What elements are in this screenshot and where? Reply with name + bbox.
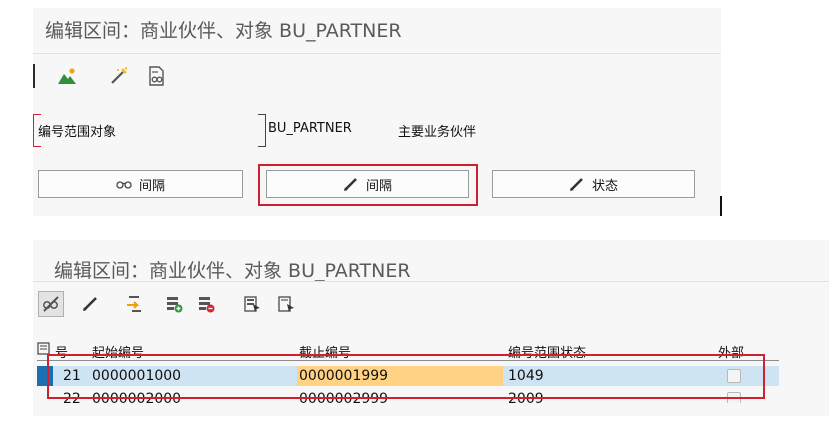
cell-no: 21 [63, 368, 81, 384]
cell-to[interactable]: 0000002999 [299, 391, 388, 403]
change-intervals-label: 间隔 [365, 178, 392, 194]
glasses-toggle-icon[interactable] [38, 291, 64, 317]
cell-external-checkbox[interactable] [727, 369, 741, 383]
cell-to[interactable]: 0000001999 [299, 368, 388, 384]
number-range-object-value[interactable]: BU_PARTNER [268, 121, 352, 136]
landscape-icon[interactable] [55, 64, 79, 88]
table-row[interactable]: 22 0000002000 0000002999 2009 [37, 389, 779, 403]
cell-from[interactable]: 0000002000 [92, 391, 181, 403]
top-toolbar [33, 63, 169, 89]
change-intervals-button[interactable]: 间隔 [266, 170, 469, 198]
glasses-icon [116, 179, 132, 189]
pencil-icon [343, 176, 359, 192]
change-status-button[interactable]: 状态 [492, 170, 695, 198]
top-title-divider [33, 53, 721, 54]
pencil-icon[interactable] [78, 292, 102, 316]
change-status-label: 状态 [591, 178, 618, 194]
cell-external-checkbox[interactable] [727, 392, 741, 403]
display-intervals-button[interactable]: 间隔 [38, 170, 243, 198]
column-header-to[interactable]: 截止编号 [299, 342, 351, 361]
document-glasses-icon[interactable] [145, 64, 169, 88]
deselect-all-icon[interactable] [274, 292, 298, 316]
magic-wand-icon[interactable] [107, 64, 131, 88]
cell-status[interactable]: 1049 [508, 368, 544, 384]
bottom-title-divider [33, 281, 829, 282]
table-row[interactable]: 21 0000001000 0000001999 1049 [37, 366, 779, 386]
number-range-object-description: 主要业务伙伴 [398, 125, 477, 140]
select-all-icon[interactable] [240, 292, 264, 316]
pencil-icon [569, 176, 585, 192]
cell-status[interactable]: 2009 [508, 391, 544, 403]
vertical-divider [720, 196, 722, 216]
row-selector[interactable] [37, 366, 53, 386]
cell-no: 22 [63, 391, 81, 403]
transfer-icon[interactable] [122, 292, 146, 316]
column-header-external[interactable]: 外部 [718, 342, 744, 361]
toolbar-separator [33, 64, 35, 88]
insert-row-icon[interactable] [162, 292, 186, 316]
column-header-status[interactable]: 编号范围状态 [508, 342, 586, 361]
bottom-toolbar [38, 290, 298, 318]
bottom-window-title: 编辑区间：商业伙伴、对象 BU_PARTNER [54, 260, 411, 282]
top-window-title: 编辑区间：商业伙伴、对象 BU_PARTNER [45, 20, 402, 42]
field-bracket-right [258, 114, 266, 147]
table-header: 号 起始编号 截止编号 编号范围状态 外部 [37, 340, 779, 361]
display-intervals-label: 间隔 [138, 178, 165, 194]
delete-row-icon[interactable] [194, 292, 218, 316]
column-header-no[interactable]: 号 [55, 342, 68, 361]
column-header-from[interactable]: 起始编号 [92, 342, 144, 361]
row-selector-header-icon[interactable] [37, 342, 51, 360]
cell-from[interactable]: 0000001000 [92, 368, 181, 384]
number-range-object-label: 编号范围对象 [38, 125, 117, 140]
